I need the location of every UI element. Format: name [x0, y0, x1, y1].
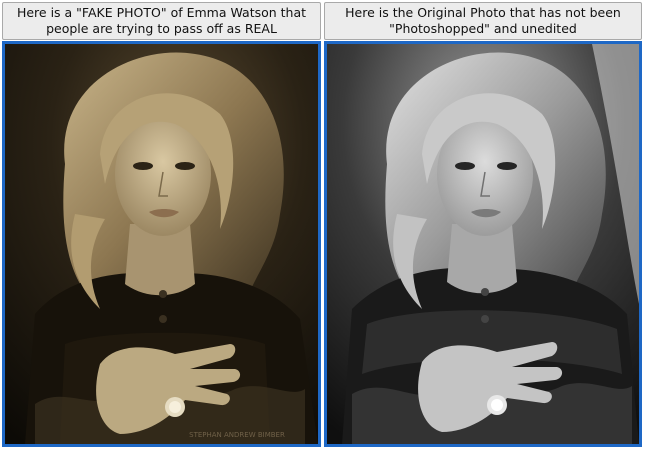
left-comparison-panel: Here is a "FAKE PHOTO" of Emma Watson th…	[2, 0, 321, 449]
right-caption: Here is the Original Photo that has not …	[324, 2, 642, 40]
right-comparison-panel: Here is the Original Photo that has not …	[324, 0, 642, 449]
original-photo	[327, 44, 639, 444]
photographer-watermark: STEPHAN ANDREW BIMBER	[189, 431, 285, 439]
left-caption: Here is a "FAKE PHOTO" of Emma Watson th…	[2, 2, 321, 40]
fake-photo: STEPHAN ANDREW BIMBER	[5, 44, 318, 444]
original-photo-frame	[324, 41, 642, 447]
fake-photo-frame: STEPHAN ANDREW BIMBER	[2, 41, 321, 447]
